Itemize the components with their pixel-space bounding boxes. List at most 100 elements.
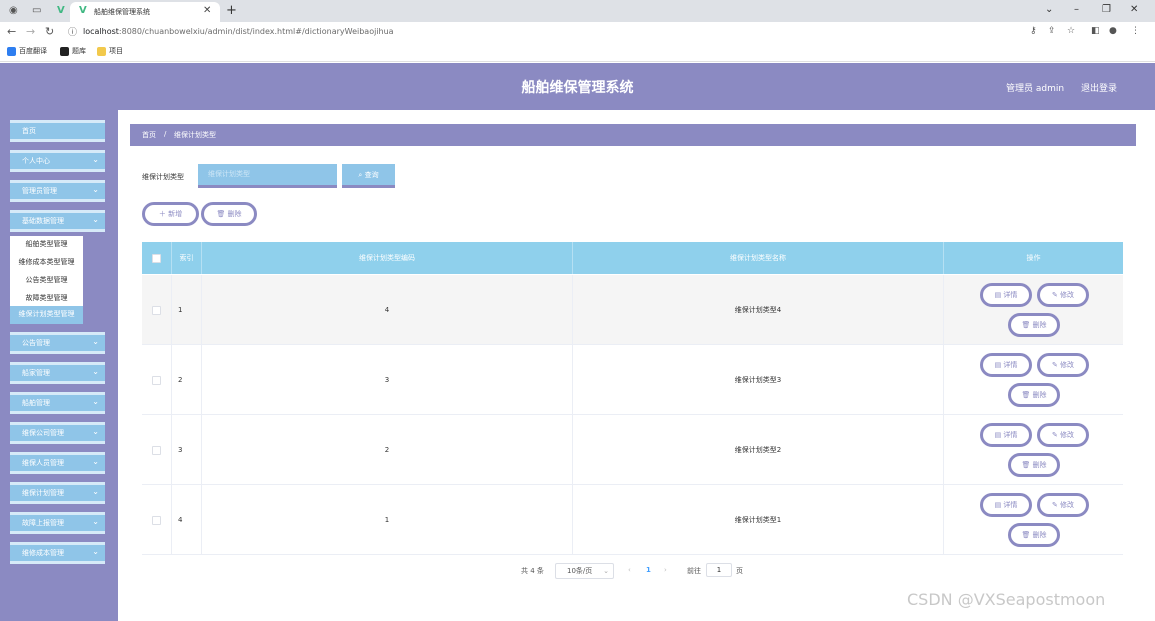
sidebar-item[interactable]: 船家管理 ⌄	[10, 362, 105, 384]
sidebar-item[interactable]: 基础数据管理 ⌄	[10, 210, 105, 232]
search-button[interactable]: ⌕ 查询	[342, 164, 395, 188]
row-checkbox[interactable]	[152, 515, 161, 525]
search-input[interactable]	[198, 164, 337, 188]
logout-link[interactable]: 退出登录	[1081, 81, 1117, 94]
submenu-item-plan-type[interactable]: 维保计划类型管理	[10, 306, 83, 324]
prev-page-icon[interactable]: ‹	[628, 566, 631, 574]
page-number-current[interactable]: 1	[646, 566, 651, 574]
browser-menu-icon[interactable]: ◉	[9, 5, 18, 16]
sidebar-item[interactable]: 管理员管理 ⌄	[10, 180, 105, 202]
sidebar-item-label: 维保公司管理	[22, 429, 64, 437]
search-button-label: 查询	[364, 171, 379, 179]
breadcrumb-home[interactable]: 首页	[142, 130, 156, 140]
edit-button-label: 修改	[1060, 431, 1075, 439]
sidebar-item[interactable]: 维修成本管理 ⌄	[10, 542, 105, 564]
delete-button[interactable]: 🗑 删除	[1008, 523, 1060, 547]
sidebar-item[interactable]: 首页	[10, 120, 105, 142]
delete-button[interactable]: 🗑 删除	[1008, 383, 1060, 407]
row-index: 4	[172, 485, 202, 555]
sidebar-item[interactable]: 船舶管理 ⌄	[10, 392, 105, 414]
share-icon[interactable]: ⇪	[1048, 26, 1056, 36]
window-close-icon[interactable]: ✕	[1130, 4, 1138, 15]
submenu-item-notice-type[interactable]: 公告类型管理	[10, 272, 83, 290]
pencil-icon: ✎	[1051, 431, 1061, 439]
detail-button[interactable]: ▤ 详情	[980, 353, 1032, 377]
table-row: 2 3 维保计划类型3 ▤ 详情 ✎ 修改 🗑 删除	[142, 345, 1123, 415]
pencil-icon: ✎	[1051, 291, 1061, 299]
key-icon[interactable]: ⚷	[1030, 26, 1037, 36]
more-icon[interactable]: ⋮	[1131, 26, 1140, 36]
submenu-item-cost-type[interactable]: 维修成本类型管理	[10, 254, 83, 272]
row-actions: ▤ 详情 ✎ 修改 🗑 删除	[944, 275, 1123, 345]
forward-icon[interactable]: →	[26, 25, 35, 38]
profile-icon[interactable]: ●	[1109, 26, 1117, 36]
goto-page-input[interactable]: 1	[706, 563, 732, 577]
row-actions: ▤ 详情 ✎ 修改 🗑 删除	[944, 485, 1123, 555]
chevron-down-icon: ⌄	[92, 337, 99, 346]
next-page-icon[interactable]: ›	[664, 566, 667, 574]
sidebar-item[interactable]: 维保公司管理 ⌄	[10, 422, 105, 444]
add-button[interactable]: ＋ 新增	[142, 202, 199, 226]
address-bar: ← → ↻ ⓘ localhost:8080/chuanbowelxiu/adm…	[0, 22, 1155, 42]
tab-search-icon[interactable]: ⌄	[1045, 4, 1053, 15]
chevron-down-icon: ⌄	[92, 367, 99, 376]
vue-tab-icon[interactable]: V	[57, 5, 65, 16]
trash-icon: 🗑	[1021, 531, 1033, 539]
bookmark-label: 项目	[109, 47, 123, 55]
delete-button-label: 删除	[1032, 391, 1047, 399]
header-name[interactable]: 维保计划类型名称	[573, 242, 944, 274]
url-field[interactable]: localhost:8080/chuanbowelxiu/admin/dist/…	[83, 27, 394, 36]
restore-icon[interactable]: ❐	[1102, 4, 1111, 15]
edit-button[interactable]: ✎ 修改	[1037, 353, 1089, 377]
detail-button[interactable]: ▤ 详情	[980, 423, 1032, 447]
sidebar-item[interactable]: 维保计划管理 ⌄	[10, 482, 105, 504]
new-tab-icon[interactable]: +	[226, 3, 237, 18]
search-label: 维保计划类型	[142, 173, 184, 181]
site-info-icon[interactable]: ⓘ	[68, 25, 77, 38]
row-code: 2	[202, 415, 573, 485]
bulk-delete-button[interactable]: 🗑 删除	[201, 202, 257, 226]
bookmark-baidu-translate[interactable]: 百度翻译	[7, 46, 47, 56]
sidebar-item[interactable]: 个人中心 ⌄	[10, 150, 105, 172]
inactive-tab-icon[interactable]: ▭	[32, 5, 41, 16]
sidebar-item[interactable]: 故障上报管理 ⌄	[10, 512, 105, 534]
select-all-cell	[142, 242, 172, 274]
row-checkbox[interactable]	[152, 305, 161, 315]
trash-icon: 🗑	[1021, 321, 1033, 329]
submenu-item-ship-type[interactable]: 船舶类型管理	[10, 236, 83, 254]
sidebar-item-label: 船家管理	[22, 369, 50, 377]
row-actions: ▤ 详情 ✎ 修改 🗑 删除	[944, 415, 1123, 485]
reload-icon[interactable]: ↻	[45, 25, 54, 38]
detail-button[interactable]: ▤ 详情	[980, 493, 1032, 517]
pencil-icon: ✎	[1051, 361, 1061, 369]
back-icon[interactable]: ←	[7, 25, 16, 38]
sidebar-item[interactable]: 维保人员管理 ⌄	[10, 452, 105, 474]
sidebar-item-label: 基础数据管理	[22, 217, 64, 225]
edit-button[interactable]: ✎ 修改	[1037, 423, 1089, 447]
watermark: CSDN @VXSeapostmoon	[907, 590, 1106, 609]
edit-button[interactable]: ✎ 修改	[1037, 283, 1089, 307]
close-tab-icon[interactable]: ✕	[203, 5, 211, 16]
bookmark-tiku[interactable]: 题库	[60, 46, 86, 56]
row-checkbox[interactable]	[152, 445, 161, 455]
page-size-select[interactable]: 10条/页 ⌄	[555, 563, 614, 579]
row-name: 维保计划类型3	[573, 345, 944, 415]
sidebar-item[interactable]: 公告管理 ⌄	[10, 332, 105, 354]
side-panel-icon[interactable]: ◧	[1091, 26, 1100, 36]
row-index: 2	[172, 345, 202, 415]
chevron-down-icon: ⌄	[92, 547, 99, 556]
bookmark-xiangmu[interactable]: 项目	[97, 46, 123, 56]
page-size-value: 10条/页	[567, 567, 593, 575]
edit-button[interactable]: ✎ 修改	[1037, 493, 1089, 517]
chevron-down-icon: ⌄	[92, 427, 99, 436]
delete-button[interactable]: 🗑 删除	[1008, 453, 1060, 477]
header-code[interactable]: 维保计划类型编码	[202, 242, 573, 274]
active-browser-tab[interactable]: V 船舶维保管理系统 ✕	[70, 2, 220, 22]
delete-button[interactable]: 🗑 删除	[1008, 313, 1060, 337]
row-checkbox[interactable]	[152, 375, 161, 385]
detail-button[interactable]: ▤ 详情	[980, 283, 1032, 307]
minimize-icon[interactable]: –	[1074, 4, 1079, 15]
folder-icon	[97, 46, 106, 56]
star-icon[interactable]: ☆	[1067, 26, 1075, 36]
select-all-checkbox[interactable]	[152, 253, 161, 263]
